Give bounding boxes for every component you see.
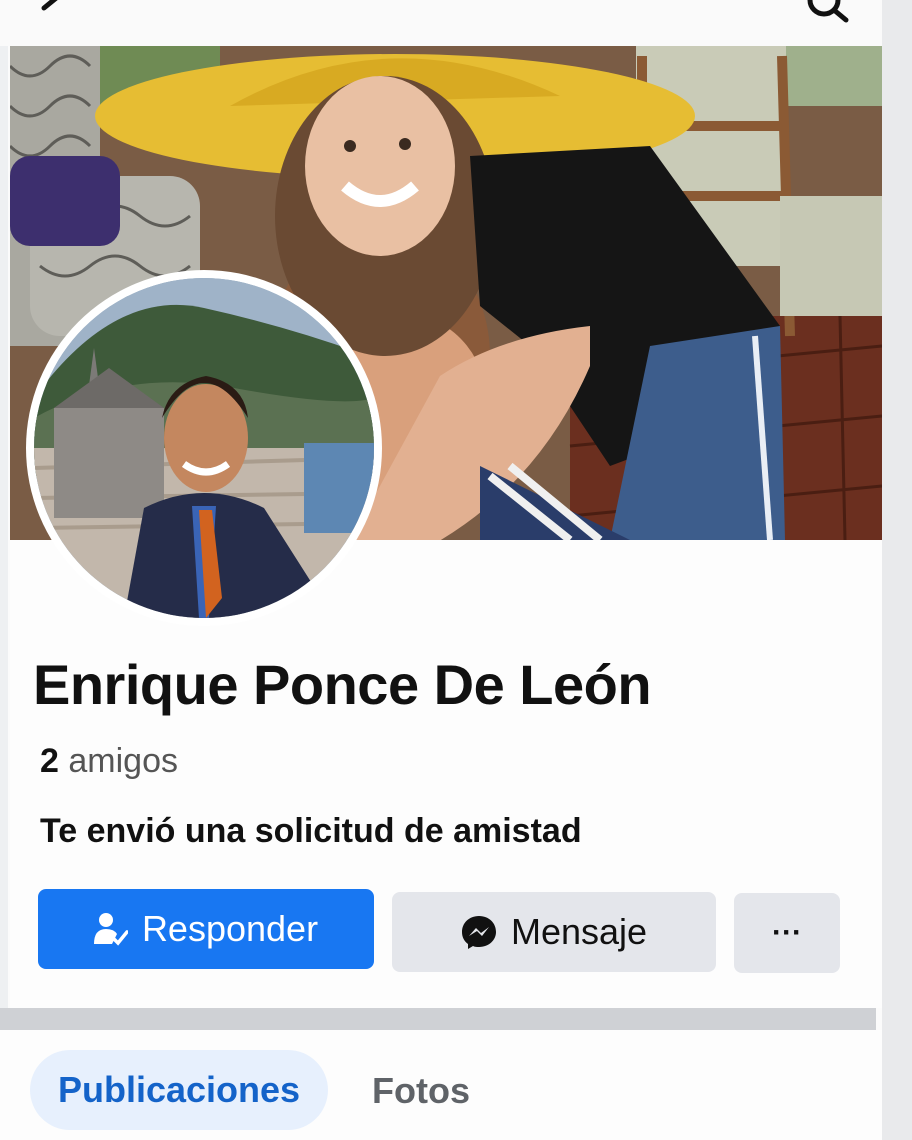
tab-fotos[interactable]: Fotos — [372, 1070, 470, 1112]
screen-left-edge — [0, 0, 8, 1140]
person-check-icon — [93, 912, 128, 946]
more-options-label: ··· — [772, 916, 802, 949]
back-arrow-icon[interactable] — [36, 0, 76, 20]
messenger-icon — [461, 914, 497, 950]
friends-count-number: 2 — [40, 742, 59, 780]
friend-request-status: Te envió una solicitud de amistad — [40, 812, 582, 850]
message-button-label: Mensaje — [510, 911, 648, 952]
profile-name: Enrique Ponce De León — [33, 653, 652, 716]
section-divider — [0, 1008, 876, 1030]
respond-button-label: Responder — [141, 908, 319, 949]
screen-right-edge — [882, 0, 912, 1140]
top-bar — [0, 0, 882, 46]
tab-publicaciones[interactable]: Publicaciones — [30, 1050, 328, 1130]
friends-count-label: amigos — [68, 742, 178, 780]
respond-button[interactable]: Responder — [38, 889, 374, 969]
more-options-button[interactable]: ··· — [734, 893, 840, 973]
avatar[interactable] — [26, 270, 382, 626]
friends-count[interactable]: 2 amigos — [40, 742, 178, 781]
message-button[interactable]: Mensaje — [392, 892, 716, 972]
search-icon[interactable] — [800, 0, 852, 26]
